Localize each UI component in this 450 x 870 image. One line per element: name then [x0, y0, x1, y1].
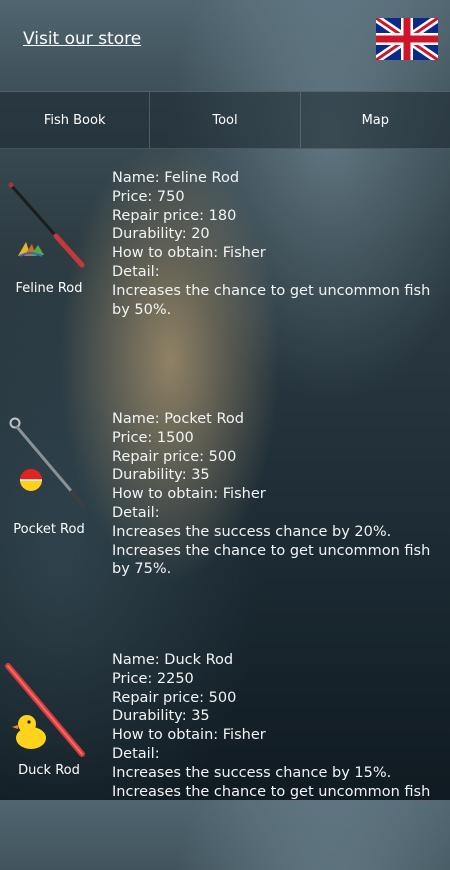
rod-repair-price: Repair price: 500: [112, 689, 237, 706]
visit-store-link[interactable]: Visit our store: [23, 29, 141, 49]
rod-obtain: How to obtain: Fisher: [112, 727, 266, 744]
rod-price: Price: 750: [112, 188, 185, 205]
rod-detail: Increases the success chance by 20%.: [112, 523, 392, 540]
rod-name: Name: Feline Rod: [112, 170, 240, 186]
tab-map[interactable]: Map: [301, 92, 450, 148]
rod-repair-price: Repair price: 500: [112, 448, 237, 465]
rod-name: Name: Duck Rod: [112, 652, 234, 668]
feline-rod-icon: [0, 176, 100, 276]
rod-info: Name: Duck Rod Price: 2250 Repair price:…: [112, 651, 442, 801]
rod-price: Price: 1500: [112, 429, 194, 446]
rod-detail: Increases the chance to get uncommon fis…: [112, 783, 431, 800]
rod-detail: Increases the success chance by 15%.: [112, 764, 392, 781]
rod-detail-label: Detail:: [112, 745, 160, 762]
rod-durability: Durability: 35: [112, 708, 210, 725]
rod-detail-label: Detail:: [112, 263, 160, 280]
duck-rod-icon: [0, 658, 100, 758]
rod-detail: Increases the chance to get uncommon fis…: [112, 542, 431, 578]
tab-fish-book[interactable]: Fish Book: [0, 92, 151, 148]
rod-durability: Durability: 35: [112, 467, 210, 484]
pocket-rod-icon: [0, 417, 100, 517]
rod-caption: Duck Rod: [18, 763, 80, 778]
rod-caption: Feline Rod: [15, 281, 83, 296]
uk-flag-icon[interactable]: [373, 14, 441, 64]
rod-name: Name: Pocket Rod: [112, 411, 244, 427]
list-item[interactable]: Duck Rod Name: Duck Rod Price: 2250 Repa…: [0, 630, 450, 870]
list-item[interactable]: Pocket Rod Name: Pocket Rod Price: 1500 …: [0, 389, 450, 629]
rod-repair-price: Repair price: 180: [112, 207, 237, 224]
rod-obtain: How to obtain: Fisher: [112, 486, 266, 503]
rod-durability: Durability: 20: [112, 226, 210, 243]
rod-info: Name: Pocket Rod Price: 1500 Repair pric…: [112, 410, 442, 579]
rod-detail: Increases the chance to get uncommon fis…: [112, 282, 431, 318]
rod-obtain: How to obtain: Fisher: [112, 245, 266, 262]
rod-info: Name: Feline Rod Price: 750 Repair price…: [112, 169, 442, 319]
tab-tool[interactable]: Tool: [150, 92, 301, 148]
list-item[interactable]: Feline Rod Name: Feline Rod Price: 750 R…: [0, 148, 450, 388]
rod-detail-label: Detail:: [112, 504, 160, 521]
header: Visit our store: [0, 0, 450, 90]
rod-price: Price: 2250: [112, 670, 194, 687]
tab-bar: Fish Book Tool Map: [0, 91, 450, 149]
rod-caption: Pocket Rod: [13, 522, 85, 537]
